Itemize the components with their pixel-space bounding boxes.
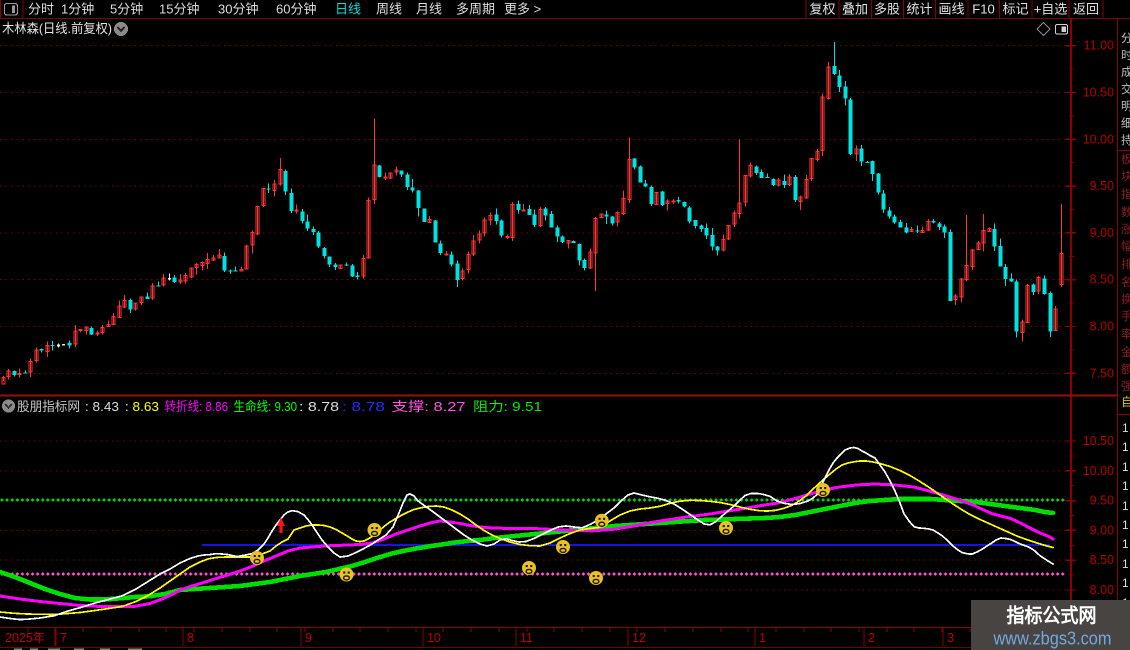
svg-text:统计: 统计 (906, 2, 932, 17)
svg-text:多股: 多股 (874, 2, 900, 17)
svg-text:+自选: +自选 (1034, 2, 1068, 17)
svg-text:日线: 日线 (335, 2, 361, 17)
svg-text:股朋指标网: 股朋指标网 (17, 399, 80, 414)
svg-text:3: 3 (947, 631, 954, 645)
svg-text:画线: 画线 (938, 2, 964, 17)
svg-text:1: 1 (1122, 499, 1129, 513)
svg-text:15分钟: 15分钟 (159, 2, 199, 17)
svg-text:返回: 返回 (1073, 2, 1099, 17)
svg-text:12: 12 (632, 631, 646, 645)
svg-text:率: 率 (1121, 327, 1130, 341)
svg-text:10.00: 10.00 (1083, 464, 1114, 478)
svg-text:分: 分 (1121, 32, 1130, 45)
svg-text:换: 换 (1121, 292, 1130, 306)
svg-text:9.00: 9.00 (1090, 523, 1114, 537)
svg-text:2025年: 2025年 (5, 631, 45, 645)
svg-text:指: 指 (1121, 187, 1130, 201)
svg-text:8.00: 8.00 (1090, 320, 1114, 334)
svg-text:多周期: 多周期 (456, 2, 495, 17)
svg-text:1: 1 (1122, 557, 1129, 571)
svg-text:9.00: 9.00 (1090, 226, 1114, 240)
svg-text:阻力: 9.51: 阻力: 9.51 (473, 399, 542, 414)
svg-text:www.zbgs3.com: www.zbgs3.com (993, 629, 1112, 649)
svg-text:幅: 幅 (1121, 240, 1130, 253)
svg-text:复权: 复权 (809, 2, 835, 17)
svg-text:数: 数 (1121, 205, 1130, 219)
svg-text:7: 7 (60, 631, 67, 645)
svg-text:强: 强 (1121, 381, 1130, 393)
svg-text:涨: 涨 (1121, 223, 1130, 236)
svg-text:1: 1 (1122, 460, 1129, 474)
svg-text:11.00: 11.00 (1084, 39, 1114, 53)
svg-text:额: 额 (1121, 363, 1130, 376)
svg-text:自: 自 (1121, 395, 1130, 409)
svg-text:: 8.43: : 8.43 (85, 399, 119, 414)
svg-text:10.50: 10.50 (1083, 434, 1114, 448)
svg-text:60分钟: 60分钟 (276, 2, 316, 17)
svg-text:1: 1 (1122, 518, 1129, 532)
svg-text:交: 交 (1121, 82, 1130, 96)
svg-text:30分钟: 30分钟 (218, 2, 258, 17)
svg-text:: 8.78: : 8.78 (299, 399, 339, 414)
svg-text:指标公式网: 指标公式网 (1007, 604, 1097, 627)
svg-text:手: 手 (1121, 309, 1130, 323)
svg-text:更多 >: 更多 > (504, 2, 541, 17)
svg-text:1: 1 (1122, 576, 1129, 590)
svg-text:分时: 分时 (28, 2, 54, 17)
svg-text:5分钟: 5分钟 (110, 2, 143, 17)
svg-text:8.50: 8.50 (1090, 273, 1114, 287)
svg-text:板: 板 (1121, 152, 1130, 166)
svg-text:10.50: 10.50 (1083, 86, 1114, 100)
svg-text:生命线: 9.30: 生命线: 9.30 (234, 399, 298, 414)
svg-text:7.50: 7.50 (1090, 366, 1114, 380)
svg-text:8: 8 (187, 631, 194, 645)
svg-text:持: 持 (1121, 133, 1130, 147)
svg-text:1: 1 (759, 631, 766, 645)
svg-text:2: 2 (868, 631, 875, 645)
svg-text:周线: 周线 (376, 2, 402, 17)
svg-text:木林森(日线.前复权): 木林森(日线.前复权) (2, 21, 112, 36)
svg-text:F10: F10 (972, 2, 994, 17)
svg-text:1分钟: 1分钟 (61, 2, 94, 17)
svg-text:块: 块 (1121, 170, 1130, 183)
svg-text:标记: 标记 (1002, 2, 1028, 17)
svg-text:10.00: 10.00 (1083, 132, 1114, 146)
svg-text:9: 9 (305, 631, 312, 645)
svg-text:9.50: 9.50 (1090, 179, 1114, 193)
svg-text:9.50: 9.50 (1090, 494, 1114, 508)
svg-text:名: 名 (1121, 275, 1130, 289)
svg-text:: 8.78: : 8.78 (342, 399, 385, 414)
svg-text:1: 1 (1122, 421, 1129, 435)
svg-text:明: 明 (1121, 100, 1130, 113)
svg-text:时: 时 (1121, 49, 1130, 62)
svg-text:1: 1 (1122, 440, 1129, 454)
svg-text:排: 排 (1121, 257, 1130, 271)
svg-text:细: 细 (1121, 117, 1130, 130)
svg-text:金: 金 (1121, 345, 1130, 359)
svg-text:10: 10 (427, 631, 441, 645)
svg-text:11: 11 (520, 631, 533, 645)
svg-text:转折线: 8.86: 转折线: 8.86 (165, 399, 229, 414)
svg-text:1: 1 (1122, 479, 1129, 493)
svg-text:1: 1 (1122, 537, 1129, 551)
svg-text:成: 成 (1121, 66, 1130, 79)
svg-text:8.50: 8.50 (1090, 553, 1114, 567)
svg-text:: 8.63: : 8.63 (125, 399, 159, 414)
svg-text:月线: 月线 (416, 2, 442, 17)
svg-text:支撑: 8.27: 支撑: 8.27 (392, 399, 466, 414)
svg-text:叠加: 叠加 (842, 2, 868, 17)
svg-text:8.00: 8.00 (1090, 583, 1114, 597)
